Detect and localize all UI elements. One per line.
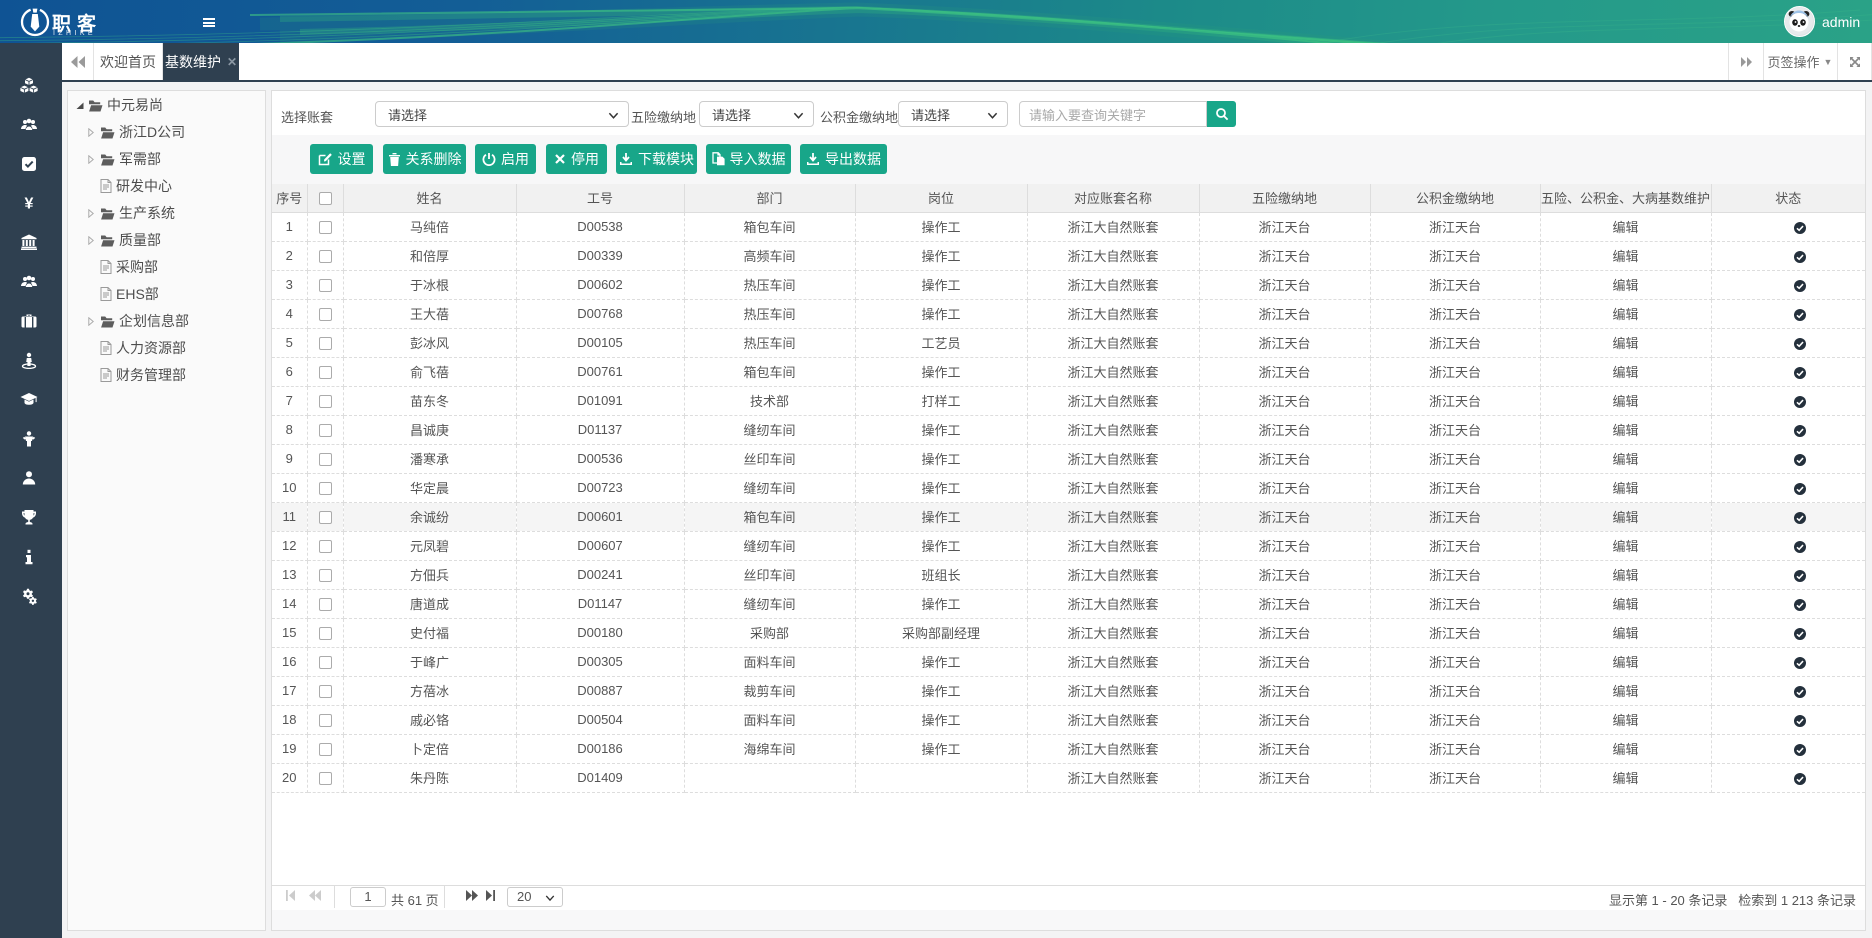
svg-text:¥: ¥ <box>25 196 34 213</box>
